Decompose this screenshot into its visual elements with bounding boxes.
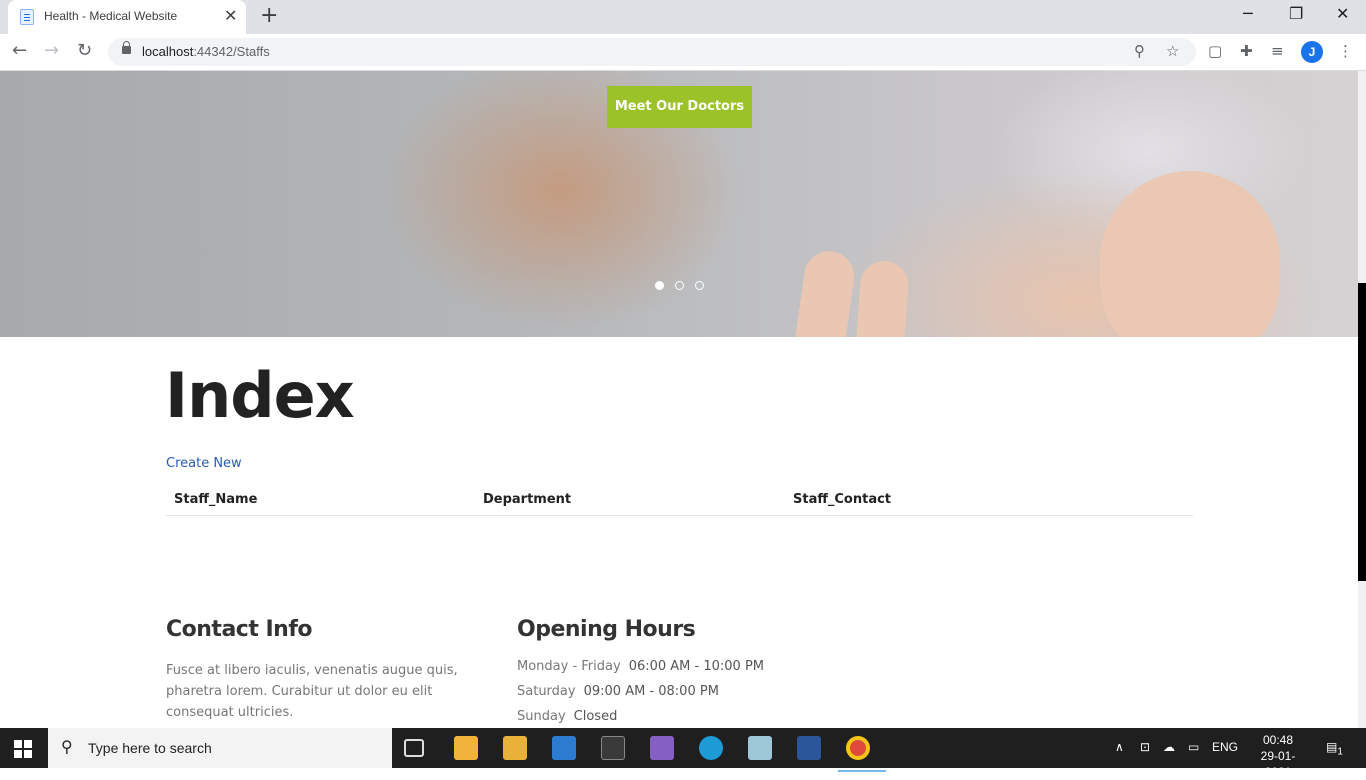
task-view-icon[interactable]	[404, 739, 424, 757]
file-explorer-icon[interactable]	[503, 736, 527, 760]
windows-taskbar: ⚲ Type here to search ∧ ⊡ ☁ ▭ ENG 00:48 …	[0, 728, 1366, 779]
chrome-icon[interactable]	[838, 736, 886, 772]
new-tab-button[interactable]: +	[260, 4, 278, 28]
back-icon[interactable]: ←	[12, 39, 27, 63]
url-text[interactable]: localhost:44342/Staffs	[142, 44, 270, 59]
page-favicon-icon	[20, 9, 34, 25]
hours-row: Monday - Friday 06:00 AM - 10:00 PM	[517, 659, 765, 674]
carousel-dot-1[interactable]	[655, 281, 664, 290]
tray-chevron-icon[interactable]: ∧	[1115, 740, 1124, 754]
search-icon: ⚲	[61, 737, 73, 756]
word-icon[interactable]	[797, 736, 821, 760]
mail-icon[interactable]	[552, 736, 576, 760]
staff-table: Staff_Name Department Staff_Contact	[166, 487, 1193, 516]
meet-doctors-button[interactable]: Meet Our Doctors	[607, 86, 752, 128]
scrollbar-thumb[interactable]	[1358, 283, 1366, 581]
window-close-button[interactable]: ✕	[1336, 4, 1349, 23]
taskbar-search-placeholder: Type here to search	[88, 740, 212, 756]
hero-carousel: Meet Our Doctors	[0, 71, 1358, 337]
menu-kebab-icon[interactable]: ⋮	[1338, 42, 1353, 60]
hours-row: Saturday 09:00 AM - 08:00 PM	[517, 684, 719, 699]
hero-image-hand-finger	[854, 259, 910, 337]
visual-studio-icon[interactable]	[650, 736, 674, 760]
profile-avatar[interactable]: J	[1301, 41, 1323, 63]
contact-info-title: Contact Info	[166, 617, 313, 642]
column-header-staff-contact: Staff_Contact	[793, 492, 892, 507]
tray-cloud-icon[interactable]: ☁	[1163, 740, 1175, 754]
taskbar-clock[interactable]: 00:48 29-01-2021	[1255, 732, 1301, 780]
hero-image-hand	[792, 248, 858, 337]
puzzle-icon[interactable]: ✚	[1240, 42, 1253, 60]
hero-image-thumb	[1100, 171, 1280, 337]
maximize-button[interactable]: ❐	[1289, 4, 1303, 23]
tab-close-icon[interactable]: ✕	[224, 7, 237, 25]
hours-row: Sunday Closed	[517, 709, 618, 724]
reload-icon[interactable]: ↻	[77, 39, 92, 63]
browser-toolbar: ← → ↻ localhost:44342/Staffs ⚲ ☆ ▢ ✚ ≡ J…	[0, 34, 1366, 71]
page-scrollbar[interactable]	[1358, 71, 1366, 728]
column-header-department: Department	[483, 492, 572, 507]
store-icon[interactable]	[454, 736, 478, 760]
forward-icon[interactable]: →	[44, 39, 59, 63]
contact-info-text: Fusce at libero iaculis, venenatis augue…	[166, 663, 458, 720]
carousel-dot-3[interactable]	[695, 281, 704, 290]
carousel-dot-2[interactable]	[675, 281, 684, 290]
browser-tab-strip: Health - Medical Website ✕ + ─ ❐ ✕	[0, 0, 1366, 34]
language-indicator[interactable]: ENG	[1212, 740, 1238, 754]
terminal-icon[interactable]	[601, 736, 625, 760]
tray-device-icon[interactable]: ⊡	[1140, 740, 1150, 754]
minimize-button[interactable]: ─	[1243, 4, 1253, 23]
tab-title: Health - Medical Website	[44, 9, 178, 23]
lock-icon	[122, 41, 131, 54]
notification-icon[interactable]: ▤1	[1326, 740, 1343, 757]
zoom-icon[interactable]: ⚲	[1134, 42, 1145, 60]
page-viewport: Meet Our Doctors Index Create New Staff_…	[0, 71, 1366, 728]
page-title: Index	[165, 359, 355, 432]
edge-icon[interactable]	[699, 736, 723, 760]
column-header-staff-name: Staff_Name	[174, 492, 258, 507]
app-icon[interactable]	[748, 736, 772, 760]
bookmark-star-icon[interactable]: ☆	[1166, 42, 1179, 60]
taskbar-search-box[interactable]: ⚲ Type here to search	[48, 728, 392, 768]
address-bar[interactable]: localhost:44342/Staffs ⚲ ☆	[108, 38, 1196, 66]
browser-tab[interactable]: Health - Medical Website ✕	[8, 0, 246, 34]
extension-icon[interactable]: ▢	[1208, 42, 1222, 60]
create-new-link[interactable]: Create New	[166, 456, 242, 471]
windows-start-icon[interactable]	[14, 740, 32, 758]
media-queue-icon[interactable]: ≡	[1271, 42, 1284, 60]
opening-hours-title: Opening Hours	[517, 617, 696, 642]
battery-icon[interactable]: ▭	[1188, 740, 1199, 754]
